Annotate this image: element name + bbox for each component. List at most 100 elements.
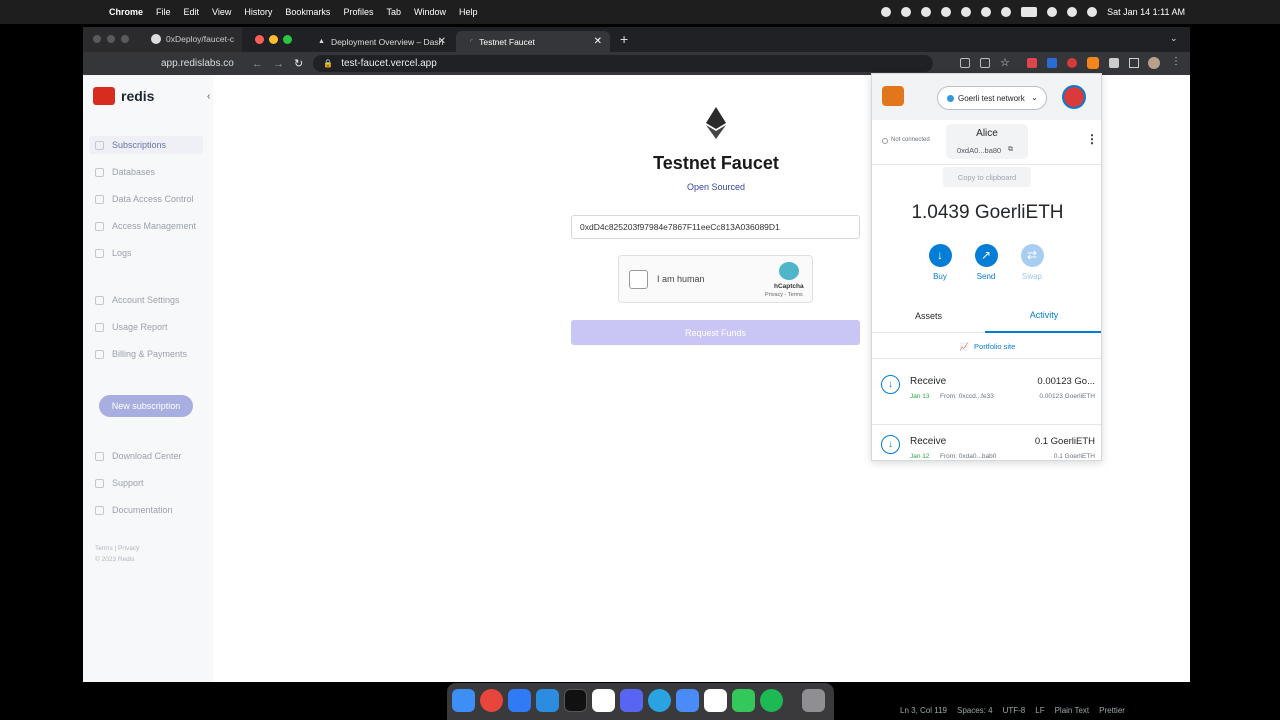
menu-file[interactable]: File (156, 7, 171, 17)
account-avatar[interactable] (1062, 85, 1086, 109)
open-sourced-link[interactable]: Open Sourced (572, 182, 860, 192)
more-menu-icon[interactable]: ⋮ (1171, 56, 1181, 67)
testflight-icon[interactable] (508, 689, 531, 712)
close-tab-icon[interactable]: ✕ (438, 36, 446, 47)
copy-icon[interactable]: ⧉ (1008, 146, 1013, 154)
messages-icon[interactable] (732, 689, 755, 712)
menu-app-name[interactable]: Chrome (109, 7, 143, 17)
pocket-icon[interactable] (1027, 58, 1037, 68)
shield-icon[interactable] (941, 7, 952, 17)
wifi-icon[interactable] (1047, 7, 1058, 17)
slack-icon[interactable] (704, 689, 727, 712)
profile-avatar[interactable] (1148, 57, 1160, 69)
share-icon[interactable] (980, 58, 990, 68)
portfolio-site-link[interactable]: 📈 Portfolio site (872, 334, 1101, 359)
sidebar-icon[interactable] (1129, 58, 1139, 68)
transaction-item[interactable]: ↓ Receive Jan 13 From: 0xccd...fe33 0.00… (872, 367, 1101, 425)
window-zoom-icon[interactable] (121, 35, 129, 43)
vscode-icon[interactable] (536, 689, 559, 712)
tab-testnet-faucet[interactable]: ◜ Testnet Faucet ✕ (456, 31, 610, 52)
bookmark-star-icon[interactable]: ☆ (1000, 56, 1010, 69)
battery-icon[interactable] (1021, 7, 1038, 17)
collapse-sidebar-icon[interactable]: ‹ (207, 91, 210, 102)
tab-activity[interactable]: Activity (985, 299, 1101, 333)
formatter[interactable]: Prettier (1099, 706, 1125, 715)
terminal-icon[interactable] (564, 689, 587, 712)
discord-icon[interactable] (620, 689, 643, 712)
window-zoom-icon[interactable] (283, 35, 292, 44)
menubar-clock[interactable]: Sat Jan 14 1:11 AM (1107, 7, 1185, 17)
back-tab-label[interactable]: 0xDeploy/faucet-c (166, 34, 234, 44)
language-mode[interactable]: Plain Text (1055, 706, 1090, 715)
new-subscription-button[interactable]: New subscription (99, 395, 193, 417)
window-close-icon[interactable] (93, 35, 101, 43)
tab-deployment-overview[interactable]: ▲ Deployment Overview – Dashb ✕ (304, 31, 454, 52)
indentation[interactable]: Spaces: 4 (957, 706, 993, 715)
reload-icon[interactable]: ↻ (294, 57, 303, 70)
lock-icon[interactable]: 🔒 (323, 59, 333, 68)
menu-bookmarks[interactable]: Bookmarks (285, 7, 330, 17)
menu-tab[interactable]: Tab (386, 7, 401, 17)
back-url[interactable]: app.redislabs.co (161, 58, 234, 69)
spotify-icon[interactable] (760, 689, 783, 712)
window-minimize-icon[interactable] (269, 35, 278, 44)
bitwarden-icon[interactable] (1047, 58, 1057, 68)
clock-icon[interactable] (981, 7, 992, 17)
nav-logs[interactable]: Logs (95, 248, 132, 258)
line-ending[interactable]: LF (1035, 706, 1044, 715)
eye-off-icon[interactable] (960, 58, 970, 68)
url-text[interactable]: test-faucet.vercel.app (341, 58, 437, 69)
network-selector[interactable]: Goerli test network ⌄ (937, 86, 1047, 110)
adblock-icon[interactable] (1067, 58, 1077, 68)
request-funds-button[interactable]: Request Funds (571, 320, 860, 345)
search-icon[interactable] (1067, 7, 1078, 17)
new-tab-icon[interactable]: + (620, 31, 628, 47)
send-button[interactable]: ↗ Send (966, 244, 1006, 281)
transaction-item[interactable]: ↓ Receive Jan 12 From: 0xda0...bab0 0.1 … (872, 427, 1101, 460)
nav-access-management[interactable]: Access Management (95, 221, 196, 231)
menu-edit[interactable]: Edit (184, 7, 200, 17)
back-icon[interactable]: ← (252, 58, 263, 70)
close-tab-icon[interactable]: ✕ (594, 36, 602, 47)
menu-help[interactable]: Help (459, 7, 478, 17)
encoding[interactable]: UTF-8 (1003, 706, 1026, 715)
nav-download-center[interactable]: Download Center (95, 451, 182, 461)
url-field[interactable]: 🔒 test-faucet.vercel.app (313, 55, 934, 72)
captcha-privacy-links[interactable]: Privacy - Terms (765, 292, 803, 298)
dropbox-icon[interactable] (901, 7, 912, 17)
telegram-icon[interactable] (648, 689, 671, 712)
captcha-checkbox[interactable] (629, 270, 648, 289)
record-icon[interactable] (881, 7, 892, 17)
nav-documentation[interactable]: Documentation (95, 505, 173, 515)
tab-search-icon[interactable]: ⌄ (1170, 33, 1178, 44)
account-copy-area[interactable]: Alice 0xdA0...ba80 ⧉ (946, 124, 1028, 159)
play-icon[interactable] (1001, 7, 1012, 17)
telegram-icon[interactable] (921, 7, 932, 17)
finder-icon[interactable] (452, 689, 475, 712)
buy-button[interactable]: ↓ Buy (920, 244, 960, 281)
nav-billing[interactable]: Billing & Payments (95, 349, 187, 359)
nav-usage-report[interactable]: Usage Report (95, 322, 168, 332)
nav-support[interactable]: Support (95, 478, 144, 488)
menu-view[interactable]: View (212, 7, 231, 17)
window-minimize-icon[interactable] (107, 35, 115, 43)
forward-icon[interactable]: → (273, 58, 284, 70)
grid-icon[interactable] (961, 7, 972, 17)
menu-history[interactable]: History (244, 7, 272, 17)
trash-icon[interactable] (802, 689, 825, 712)
notion-icon[interactable] (592, 689, 615, 712)
account-options-icon[interactable]: ⋮ (1086, 132, 1098, 146)
metamask-fox-icon[interactable] (1087, 57, 1099, 69)
nav-data-access-control[interactable]: Data Access Control (95, 194, 194, 204)
nav-account-settings[interactable]: Account Settings (95, 295, 180, 305)
window-close-icon[interactable] (255, 35, 264, 44)
swap-button[interactable]: ⇄ Swap (1012, 244, 1052, 281)
signal-icon[interactable] (676, 689, 699, 712)
menu-window[interactable]: Window (414, 7, 446, 17)
nav-databases[interactable]: Databases (95, 167, 155, 177)
chrome-icon[interactable] (480, 689, 503, 712)
footer-links[interactable]: Terms | Privacy (95, 545, 139, 552)
nav-subscriptions[interactable]: Subscriptions (95, 140, 166, 150)
cursor-position[interactable]: Ln 3, Col 119 (900, 706, 947, 715)
control-center-icon[interactable] (1087, 7, 1098, 17)
